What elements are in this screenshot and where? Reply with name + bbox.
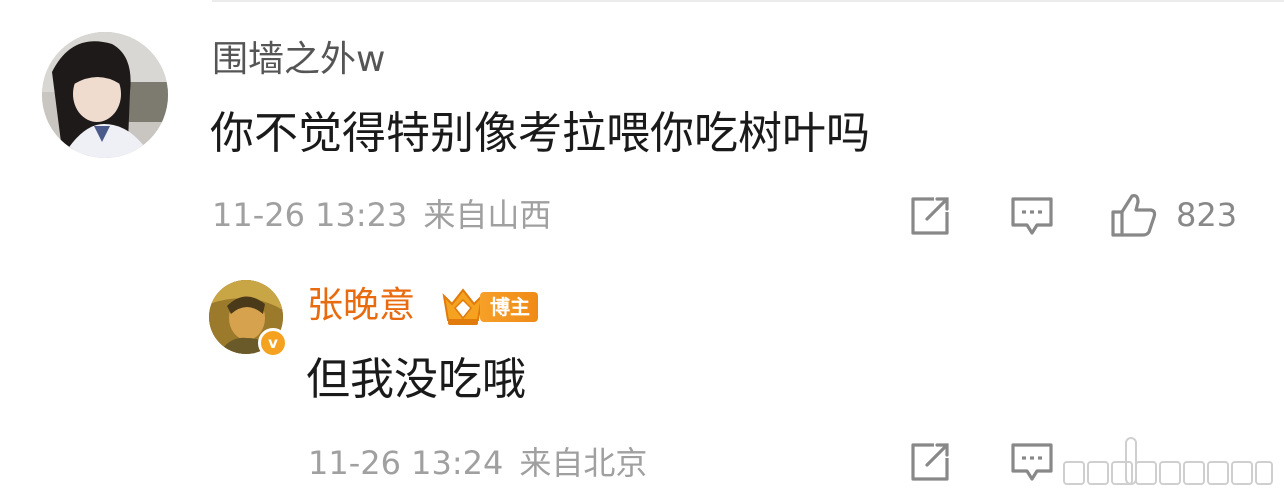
main-comment-text: 你不觉得特别像考拉喂你吃树叶吗 [210,108,870,159]
reply-comment-time: 11-26 13:24 [308,444,504,482]
reply-comment-meta: 11-26 13:24 来自北京 [308,442,647,484]
avatar-photo [42,32,168,158]
main-username[interactable]: 围墙之外w [212,38,385,82]
blogger-badge-label: 博主 [480,292,538,322]
main-comment-meta: 11-26 13:23 来自山西 [212,194,551,236]
comment-icon[interactable] [1010,196,1054,236]
main-comment-time: 11-26 13:23 [212,196,408,234]
blogger-badge: 博主 [440,286,538,328]
watermark-logo [1063,437,1273,485]
avatar-main-commenter[interactable] [42,32,168,158]
share-icon[interactable] [910,196,950,236]
reply-username[interactable]: 张晚意 [307,282,415,330]
reply-comment-location: 来自北京 [519,444,648,482]
comment-icon[interactable] [1010,442,1054,482]
main-comment-location: 来自山西 [423,196,552,234]
share-icon[interactable] [910,442,950,482]
like-icon[interactable] [1110,192,1158,238]
verified-badge-icon: v [258,328,288,358]
top-divider [212,0,1284,2]
like-count: 823 [1176,196,1238,234]
reply-comment-text: 但我没吃哦 [306,354,526,405]
